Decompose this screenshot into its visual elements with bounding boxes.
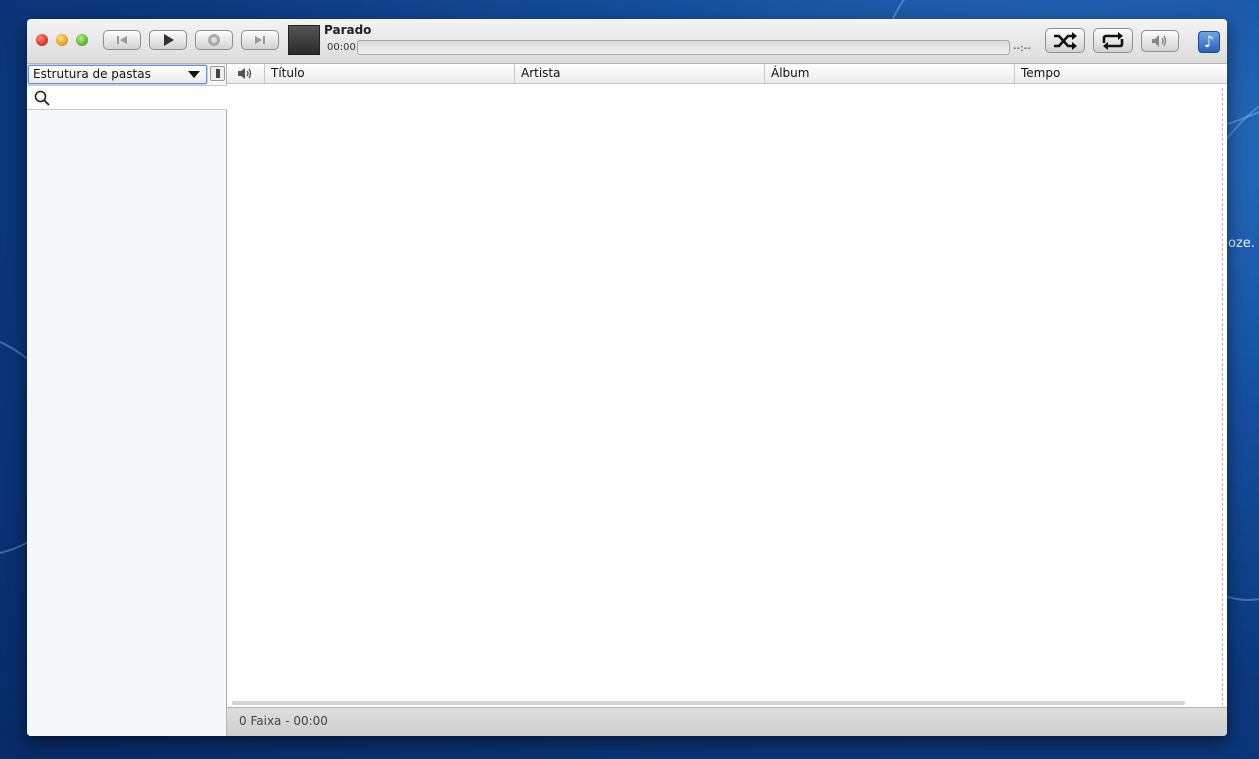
repeat-button[interactable] xyxy=(1093,28,1133,53)
column-title[interactable]: Título xyxy=(264,64,515,83)
play-icon xyxy=(164,34,174,46)
seek-bar[interactable] xyxy=(357,40,1010,55)
horizontal-scrollbar[interactable] xyxy=(232,701,1185,705)
album-cover xyxy=(288,25,320,55)
minimize-window-button[interactable] xyxy=(56,34,68,46)
previous-icon xyxy=(117,36,127,44)
time-remaining: --:-- xyxy=(1013,43,1031,54)
column-album-label: Álbum xyxy=(771,66,810,80)
search-input[interactable] xyxy=(27,85,227,110)
column-now-playing[interactable] xyxy=(227,64,265,83)
tracklist-header: Título Artista Álbum Tempo xyxy=(227,64,1227,84)
maximize-window-button[interactable] xyxy=(76,34,88,46)
sidebar-toggle-button[interactable] xyxy=(210,66,225,81)
app-logo-icon[interactable]: ♪ xyxy=(1198,31,1220,53)
tracklist-panel: Título Artista Álbum Tempo 0 Faixa - 00:… xyxy=(227,64,1227,736)
column-album[interactable]: Álbum xyxy=(764,64,1015,83)
time-elapsed: 00:00 xyxy=(327,42,356,53)
status-bar: 0 Faixa - 00:00 xyxy=(227,707,1227,736)
column-title-label: Título xyxy=(271,66,305,80)
speaker-icon xyxy=(238,68,252,79)
volume-button[interactable] xyxy=(1141,30,1179,52)
column-artist-label: Artista xyxy=(521,66,561,80)
stop-button[interactable] xyxy=(195,30,233,50)
player-toolbar: Parado 00:00 --:-- ♪ xyxy=(27,19,1227,64)
music-player-window: Parado 00:00 --:-- ♪ Estrutura de pastas… xyxy=(27,19,1227,736)
view-selector-value: Estrutura de pastas xyxy=(33,67,151,81)
playback-state: Parado xyxy=(324,23,372,37)
desktop-label: oze. xyxy=(1228,236,1255,251)
dropdown-arrow-icon xyxy=(188,71,200,78)
repeat-icon xyxy=(1102,31,1124,50)
next-icon xyxy=(255,36,265,44)
close-window-button[interactable] xyxy=(36,34,48,46)
column-time-label: Tempo xyxy=(1021,66,1061,80)
search-icon xyxy=(34,90,50,106)
stop-icon xyxy=(208,34,220,46)
column-artist[interactable]: Artista xyxy=(514,64,765,83)
next-button[interactable] xyxy=(241,30,279,50)
view-selector[interactable]: Estrutura de pastas xyxy=(28,65,207,84)
shuffle-button[interactable] xyxy=(1045,28,1085,53)
volume-icon xyxy=(1152,35,1167,47)
play-button[interactable] xyxy=(149,30,187,50)
track-list[interactable] xyxy=(227,84,1227,707)
column-time[interactable]: Tempo xyxy=(1014,64,1227,83)
vertical-scrollbar[interactable] xyxy=(1222,88,1225,706)
previous-button[interactable] xyxy=(103,30,141,50)
shuffle-icon xyxy=(1054,31,1077,50)
sidebar: Estrutura de pastas xyxy=(27,64,227,736)
track-summary: 0 Faixa - 00:00 xyxy=(239,714,328,728)
